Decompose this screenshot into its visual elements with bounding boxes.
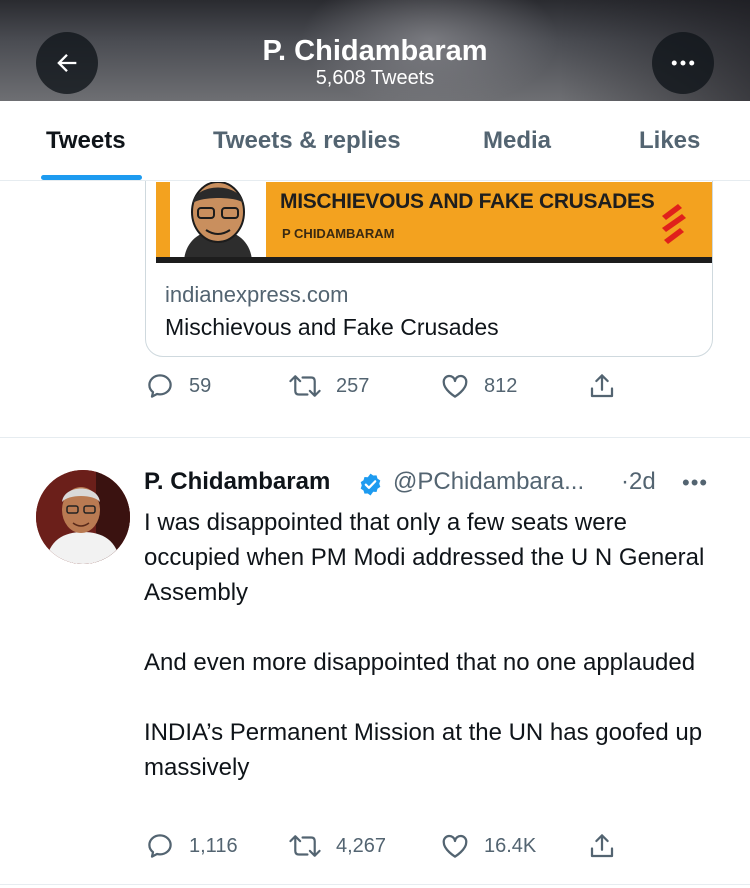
tweet-divider	[0, 884, 750, 885]
retweet-count: 4,267	[336, 834, 387, 857]
tweet-time[interactable]: ·2d	[621, 468, 656, 496]
reply-count: 1,116	[189, 834, 238, 857]
profile-header: P. Chidambaram 5,608 Tweets	[0, 0, 750, 101]
reply-count: 59	[189, 374, 212, 397]
banner-rule	[156, 257, 712, 263]
tweet-text: I was disappointed that only a few seats…	[144, 505, 729, 785]
tab-media[interactable]: Media	[483, 101, 551, 181]
retweet-icon	[289, 375, 321, 397]
tab-likes[interactable]: Likes	[639, 101, 700, 181]
like-action[interactable]: 812	[440, 371, 517, 401]
retweet-action[interactable]: 257	[288, 371, 369, 401]
link-domain: indianexpress.com	[165, 282, 349, 307]
reply-icon	[148, 834, 172, 858]
article-banner: MISCHIEVOUS AND FAKE CRUSADES P CHIDAMBA…	[156, 182, 712, 263]
share-icon	[590, 834, 614, 858]
tweet-divider	[0, 437, 750, 438]
tab-tweets-replies[interactable]: Tweets & replies	[213, 101, 401, 181]
like-count: 812	[484, 374, 518, 397]
active-tab-indicator	[41, 175, 142, 180]
tweet-paragraph: INDIA’s Permanent Mission at the UN has …	[144, 719, 703, 781]
author-handle[interactable]: @PChidambara...	[393, 468, 584, 496]
author-caricature	[170, 182, 266, 263]
more-button[interactable]	[652, 32, 714, 94]
share-icon	[590, 374, 614, 398]
tweet-count: 5,608 Tweets	[315, 67, 435, 89]
link-title: Mischievous and Fake Crusades	[165, 314, 499, 340]
share-action[interactable]	[587, 371, 617, 401]
retweet-action[interactable]: 4,267	[288, 831, 386, 861]
profile-tabs: Tweets Tweets & replies Media Likes	[0, 101, 750, 181]
tweet-more-button[interactable]: •••	[682, 470, 708, 496]
verified-badge-icon	[360, 473, 381, 496]
profile-name: P. Chidambaram	[262, 35, 488, 67]
tab-tweets[interactable]: Tweets	[46, 101, 126, 181]
author-name[interactable]: P. Chidambaram	[144, 468, 330, 496]
indian-express-logo-icon	[662, 204, 686, 244]
banner-headline: MISCHIEVOUS AND FAKE CRUSADES	[280, 190, 655, 213]
reply-icon	[148, 374, 172, 398]
tweet-paragraph: And even more disappointed that no one a…	[144, 649, 696, 676]
tweet-paragraph: I was disappointed that only a few seats…	[144, 509, 705, 606]
like-action[interactable]: 16.4K	[440, 831, 536, 861]
retweet-icon	[289, 835, 321, 857]
ellipsis-icon	[671, 60, 695, 66]
avatar[interactable]	[36, 470, 130, 564]
like-count: 16.4K	[484, 834, 537, 857]
share-action[interactable]	[587, 831, 617, 861]
reply-action[interactable]: 1,116	[145, 831, 238, 861]
banner-author: P CHIDAMBARAM	[282, 226, 395, 241]
reply-action[interactable]: 59	[145, 371, 211, 401]
retweet-count: 257	[336, 374, 370, 397]
heart-icon	[442, 834, 468, 858]
heart-icon	[442, 374, 468, 398]
